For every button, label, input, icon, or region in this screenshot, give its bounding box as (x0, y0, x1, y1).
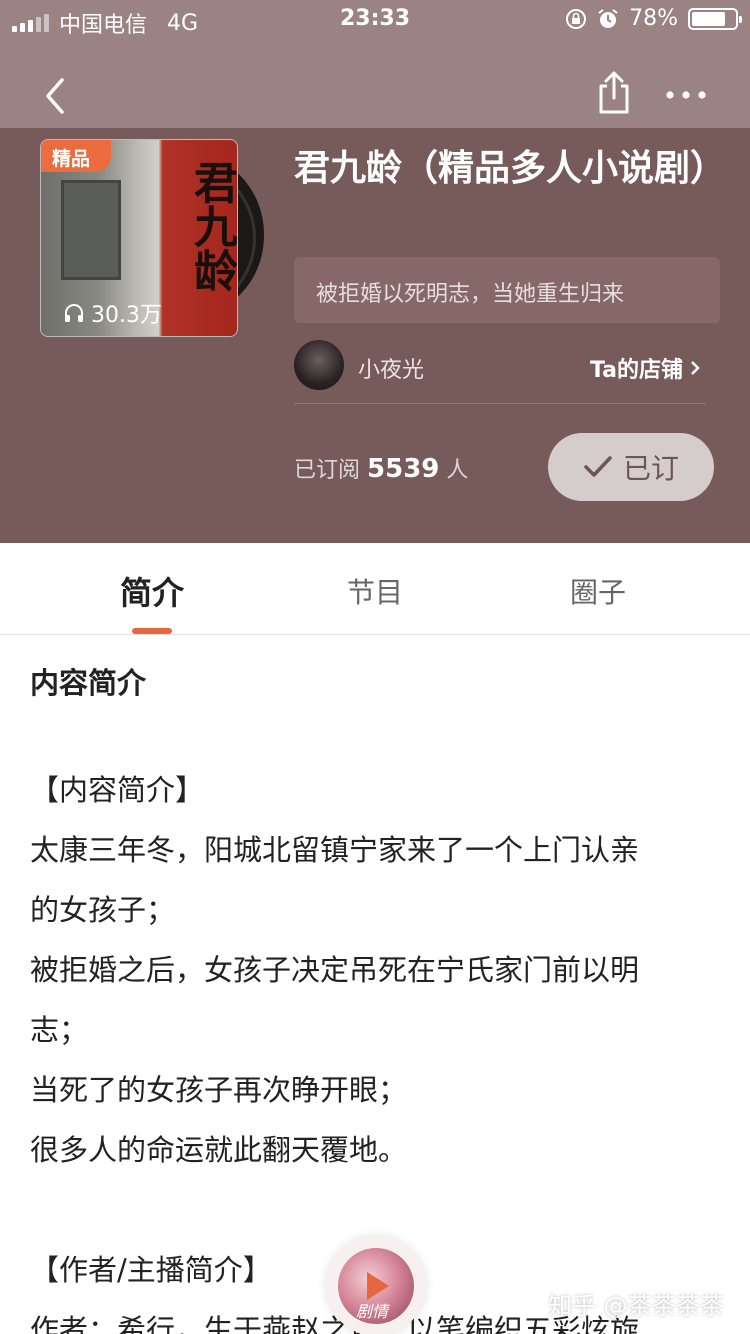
alarm-icon (598, 8, 618, 28)
divider (294, 403, 706, 404)
tab-circle[interactable]: 圈子 (543, 543, 653, 635)
tab-circle-label: 圈子 (569, 576, 626, 609)
intro-line: 太康三年冬，阳城北留镇宁家来了一个上门认亲 (30, 833, 640, 867)
more-icon[interactable] (662, 80, 710, 110)
intro-heading: 内容简介 (30, 666, 147, 700)
chevron-right-icon (691, 361, 700, 375)
cover-image[interactable]: 君九龄 精品 30.3万 (40, 139, 238, 337)
back-icon[interactable] (30, 72, 78, 120)
subscribed-button[interactable]: 已订 (548, 433, 714, 501)
subscriber-prefix: 已订阅 (294, 458, 361, 483)
store-link[interactable]: Ta的店铺 (590, 352, 701, 384)
intro-line: 的女孩子； (30, 893, 176, 927)
tab-episodes-label: 节目 (346, 576, 403, 609)
rotation-lock-icon (566, 8, 587, 29)
store-link-label: Ta的店铺 (590, 358, 684, 383)
active-tab-indicator (132, 628, 172, 634)
intro-line: 当死了的女孩子再次睁开眼； (30, 1073, 408, 1107)
intro-line: 很多人的命运就此翻天覆地。 (30, 1133, 408, 1167)
battery-icon (688, 7, 742, 30)
tab-episodes[interactable]: 节目 (320, 543, 430, 635)
headphones-icon (65, 304, 83, 322)
cover-artwork (61, 180, 121, 280)
intro-line: 被拒婚之后，女孩子决定吊死在宁氏家门前以明 (30, 953, 640, 987)
subscriber-count: 已订阅 5539 人 (294, 452, 468, 484)
cover-calligraphy: 君九龄 (186, 160, 237, 292)
host-name[interactable]: 小夜光 (358, 352, 424, 384)
host-avatar[interactable] (294, 340, 344, 390)
player-label: 剧情 (356, 1302, 389, 1321)
subscriber-number: 5539 (367, 454, 440, 484)
subscribed-button-label: 已订 (622, 452, 679, 485)
status-bar: 中国电信 4G 23:33 78% (0, 0, 750, 40)
subscriber-suffix: 人 (446, 458, 469, 483)
mini-player[interactable]: 剧情 (326, 1236, 426, 1334)
intro-content: 内容简介 【内容简介】 太康三年冬，阳城北留镇宁家来了一个上门认亲 的女孩子； … (30, 660, 730, 1334)
share-icon[interactable] (590, 68, 638, 116)
premium-badge: 精品 (41, 140, 111, 172)
play-icon (367, 1272, 389, 1300)
checkmark-icon (584, 456, 612, 477)
program-tagline: 被拒婚以死明志，当她重生归来 (294, 257, 720, 323)
tab-bar: 简介 节目 圈子 (0, 543, 750, 635)
play-count-value: 30.3万 (91, 303, 162, 328)
watermark: 知乎 @茶茶茶茶 (548, 1292, 724, 1320)
intro-line: 志； (30, 1013, 89, 1047)
intro-line: 【内容简介】 (30, 773, 205, 807)
play-count: 30.3万 (63, 297, 162, 329)
tab-intro-label: 简介 (119, 574, 184, 612)
tab-intro[interactable]: 简介 (96, 543, 208, 635)
battery-percent: 78% (629, 6, 678, 31)
program-title: 君九龄（精品多人小说剧） (294, 148, 727, 189)
